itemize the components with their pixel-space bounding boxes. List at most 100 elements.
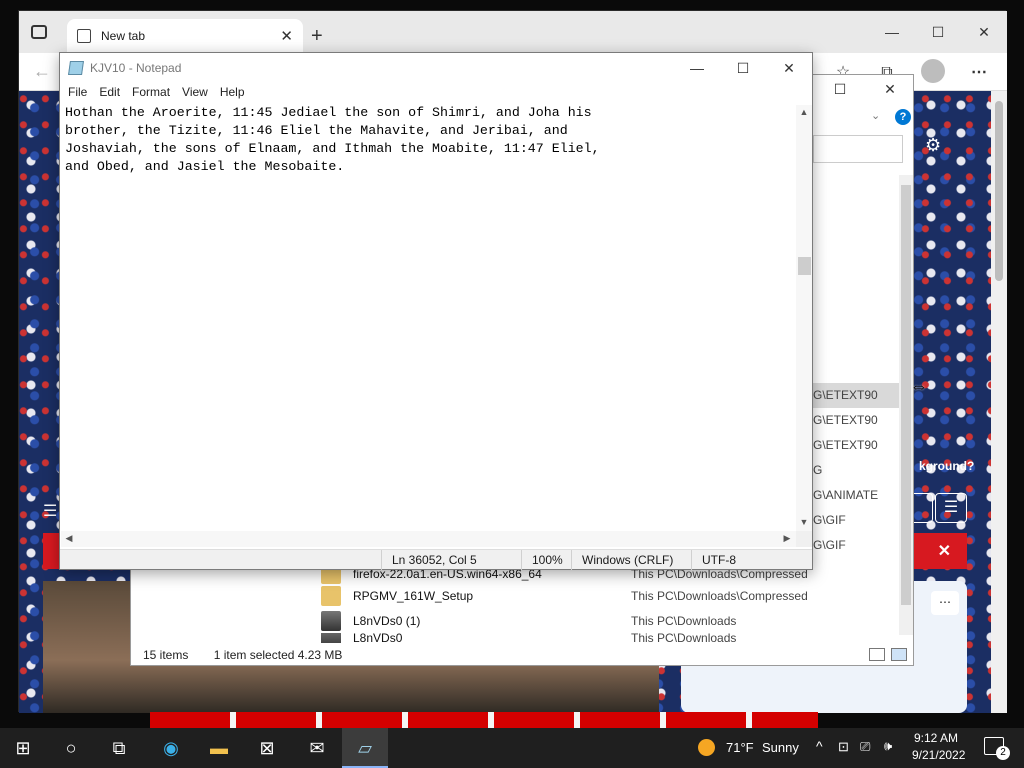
file-explorer-icon[interactable]: ▬ — [196, 728, 242, 768]
encoding: UTF-8 — [691, 550, 812, 570]
scroll-left-arrow-icon[interactable]: ◀ — [61, 533, 77, 544]
network-icon[interactable]: ⊡ — [838, 739, 849, 755]
folder-zip-icon — [321, 586, 341, 606]
menu-file[interactable]: File — [62, 83, 93, 103]
tab-actions-icon[interactable] — [31, 25, 47, 39]
path-cell[interactable]: G\ANIMATE — [813, 483, 899, 508]
layout-list-icon[interactable]: ☰ — [935, 493, 967, 523]
resize-cursor-icon: ⇔ — [910, 376, 928, 396]
explorer-close-button[interactable]: ✕ — [867, 81, 913, 101]
scroll-down-arrow-icon[interactable]: ▼ — [796, 517, 812, 527]
browser-maximize-button[interactable]: ☐ — [915, 17, 961, 47]
window-title: KJV10 - Notepad — [90, 61, 182, 75]
file-name: L8nVDs0 — [353, 633, 403, 643]
editor-scroll-thumb[interactable] — [798, 257, 811, 275]
maximize-button[interactable]: ☐ — [720, 53, 766, 83]
background-question-text[interactable]: kground? — [919, 459, 974, 473]
monitor-icon[interactable]: ⎚ — [860, 739, 870, 755]
start-windows-icon[interactable]: ⊞ — [0, 728, 46, 768]
newtab-page-icon — [77, 29, 91, 43]
path-cell[interactable]: G — [813, 458, 899, 483]
card-more-icon[interactable]: ⋯ — [931, 591, 959, 615]
file-row[interactable]: L8nVDs0 This PC\Downloads — [321, 633, 901, 643]
page-settings-gear-icon[interactable]: ⚙ — [925, 135, 941, 156]
browser-minimize-button[interactable]: — — [869, 17, 915, 47]
scroll-thumb[interactable] — [995, 101, 1003, 281]
explorer-status-bar: 15 items 1 item selected 4.23 MB — [131, 645, 913, 665]
path-cell[interactable]: G\GIF — [813, 508, 899, 533]
file-location: This PC\Downloads — [631, 614, 737, 628]
menu-format[interactable]: Format — [126, 83, 176, 103]
show-hidden-icons-chevron-icon[interactable]: ^ — [816, 738, 823, 754]
details-view-icon[interactable] — [869, 648, 885, 661]
page-menu-icon[interactable]: ☰ — [43, 501, 57, 521]
file-location: This PC\Downloads — [631, 633, 737, 643]
mail-icon[interactable]: ✉ — [294, 728, 340, 768]
path-cell[interactable]: G\GIF — [813, 533, 899, 558]
tab-title: New tab — [101, 29, 146, 43]
notification-count: 2 — [996, 746, 1010, 760]
back-arrow-icon[interactable]: ← — [33, 61, 51, 82]
path-cell[interactable]: G\ETEXT90 — [813, 408, 899, 433]
volume-icon[interactable]: 🕪 — [884, 738, 892, 754]
minimize-button[interactable]: — — [674, 53, 720, 83]
scroll-right-arrow-icon[interactable]: ▶ — [779, 533, 795, 544]
temperature[interactable]: 71°F — [726, 740, 754, 755]
menu-help[interactable]: Help — [214, 83, 251, 103]
ribbon-expand-icon[interactable]: ⌄ — [871, 109, 880, 122]
file-row[interactable]: L8nVDs0 (1) This PC\Downloads — [321, 609, 901, 633]
path-cell[interactable]: G\ETEXT90 — [813, 433, 899, 458]
file-name: L8nVDs0 (1) — [353, 614, 421, 628]
weather-condition[interactable]: Sunny — [762, 740, 799, 755]
notepad-taskbar-icon[interactable]: ▱ — [342, 728, 388, 768]
notepad-title-bar[interactable]: KJV10 - Notepad — ☐ ✕ — [60, 53, 812, 83]
text-editor[interactable]: Hothan the Aroerite, 11:45 Jediael the s… — [61, 103, 796, 531]
image-icon — [321, 611, 341, 631]
explorer-maximize-button[interactable]: ☐ — [817, 81, 863, 101]
settings-more-button[interactable]: ⋯ — [965, 61, 993, 85]
scrollbar-corner — [796, 531, 812, 547]
preview-pane — [813, 189, 899, 361]
profile-avatar[interactable] — [921, 59, 945, 83]
line-ending: Windows (CRLF) — [571, 550, 691, 570]
weather-sun-icon[interactable] — [698, 739, 715, 756]
clock-time[interactable]: 9:12 AM — [914, 731, 958, 745]
store-bag-icon[interactable]: ⊠ — [244, 728, 290, 768]
selection-info: 1 item selected 4.23 MB — [213, 648, 343, 662]
item-count: 15 items — [143, 648, 189, 662]
notepad-app-icon — [68, 61, 84, 75]
task-view-icon[interactable]: ⧉ — [96, 728, 142, 768]
tab-close-icon[interactable]: ✕ — [280, 27, 293, 45]
scroll-up-arrow-icon[interactable]: ▲ — [796, 107, 812, 117]
close-button[interactable]: ✕ — [766, 53, 812, 83]
help-icon[interactable]: ? — [895, 109, 911, 125]
file-row[interactable]: RPGMV_161W_Setup This PC\Downloads\Compr… — [321, 584, 901, 608]
tab-strip: New tab ✕ + — ☐ ✕ — [19, 11, 1007, 53]
search-box[interactable] — [813, 135, 903, 163]
browser-close-button[interactable]: ✕ — [961, 17, 1007, 47]
taskbar: ⊞ ○ ⧉ ◉ ▬ ⊠ ✉ ▱ 71°F Sunny ^ ⊡ ⎚ 🕪 9:12 … — [0, 728, 1024, 768]
page-bottom-stripe — [150, 712, 818, 728]
tab-new-tab[interactable]: New tab ✕ — [67, 19, 303, 53]
notepad-status-bar: Ln 36052, Col 5 100% Windows (CRLF) UTF-… — [60, 549, 812, 570]
file-name: RPGMV_161W_Setup — [353, 589, 474, 603]
menu-bar: File Edit Format View Help — [60, 83, 812, 103]
editor-horizontal-scrollbar[interactable]: ◀ ▶ — [61, 531, 796, 547]
new-tab-button[interactable]: + — [311, 25, 323, 48]
explorer-scrollbar[interactable] — [899, 175, 913, 635]
edge-browser-icon[interactable]: ◉ — [148, 728, 194, 768]
path-cell[interactable]: G\ETEXT90 — [813, 383, 899, 408]
cursor-position: Ln 36052, Col 5 — [381, 550, 521, 570]
browser-vertical-scrollbar[interactable] — [991, 91, 1007, 713]
notepad-window: KJV10 - Notepad — ☐ ✕ File Edit Format V… — [59, 52, 813, 570]
clock-date[interactable]: 9/21/2022 — [912, 748, 965, 762]
image-icon — [321, 633, 341, 643]
editor-vertical-scrollbar[interactable]: ▲ ▼ — [796, 105, 812, 531]
banner-close-icon[interactable]: ✕ — [938, 541, 951, 561]
file-location: This PC\Downloads\Compressed — [631, 589, 808, 603]
menu-edit[interactable]: Edit — [93, 83, 126, 103]
search-circle-icon[interactable]: ○ — [48, 728, 94, 768]
large-icons-view-icon[interactable] — [891, 648, 907, 661]
menu-view[interactable]: View — [176, 83, 214, 103]
zoom-level: 100% — [521, 550, 571, 570]
